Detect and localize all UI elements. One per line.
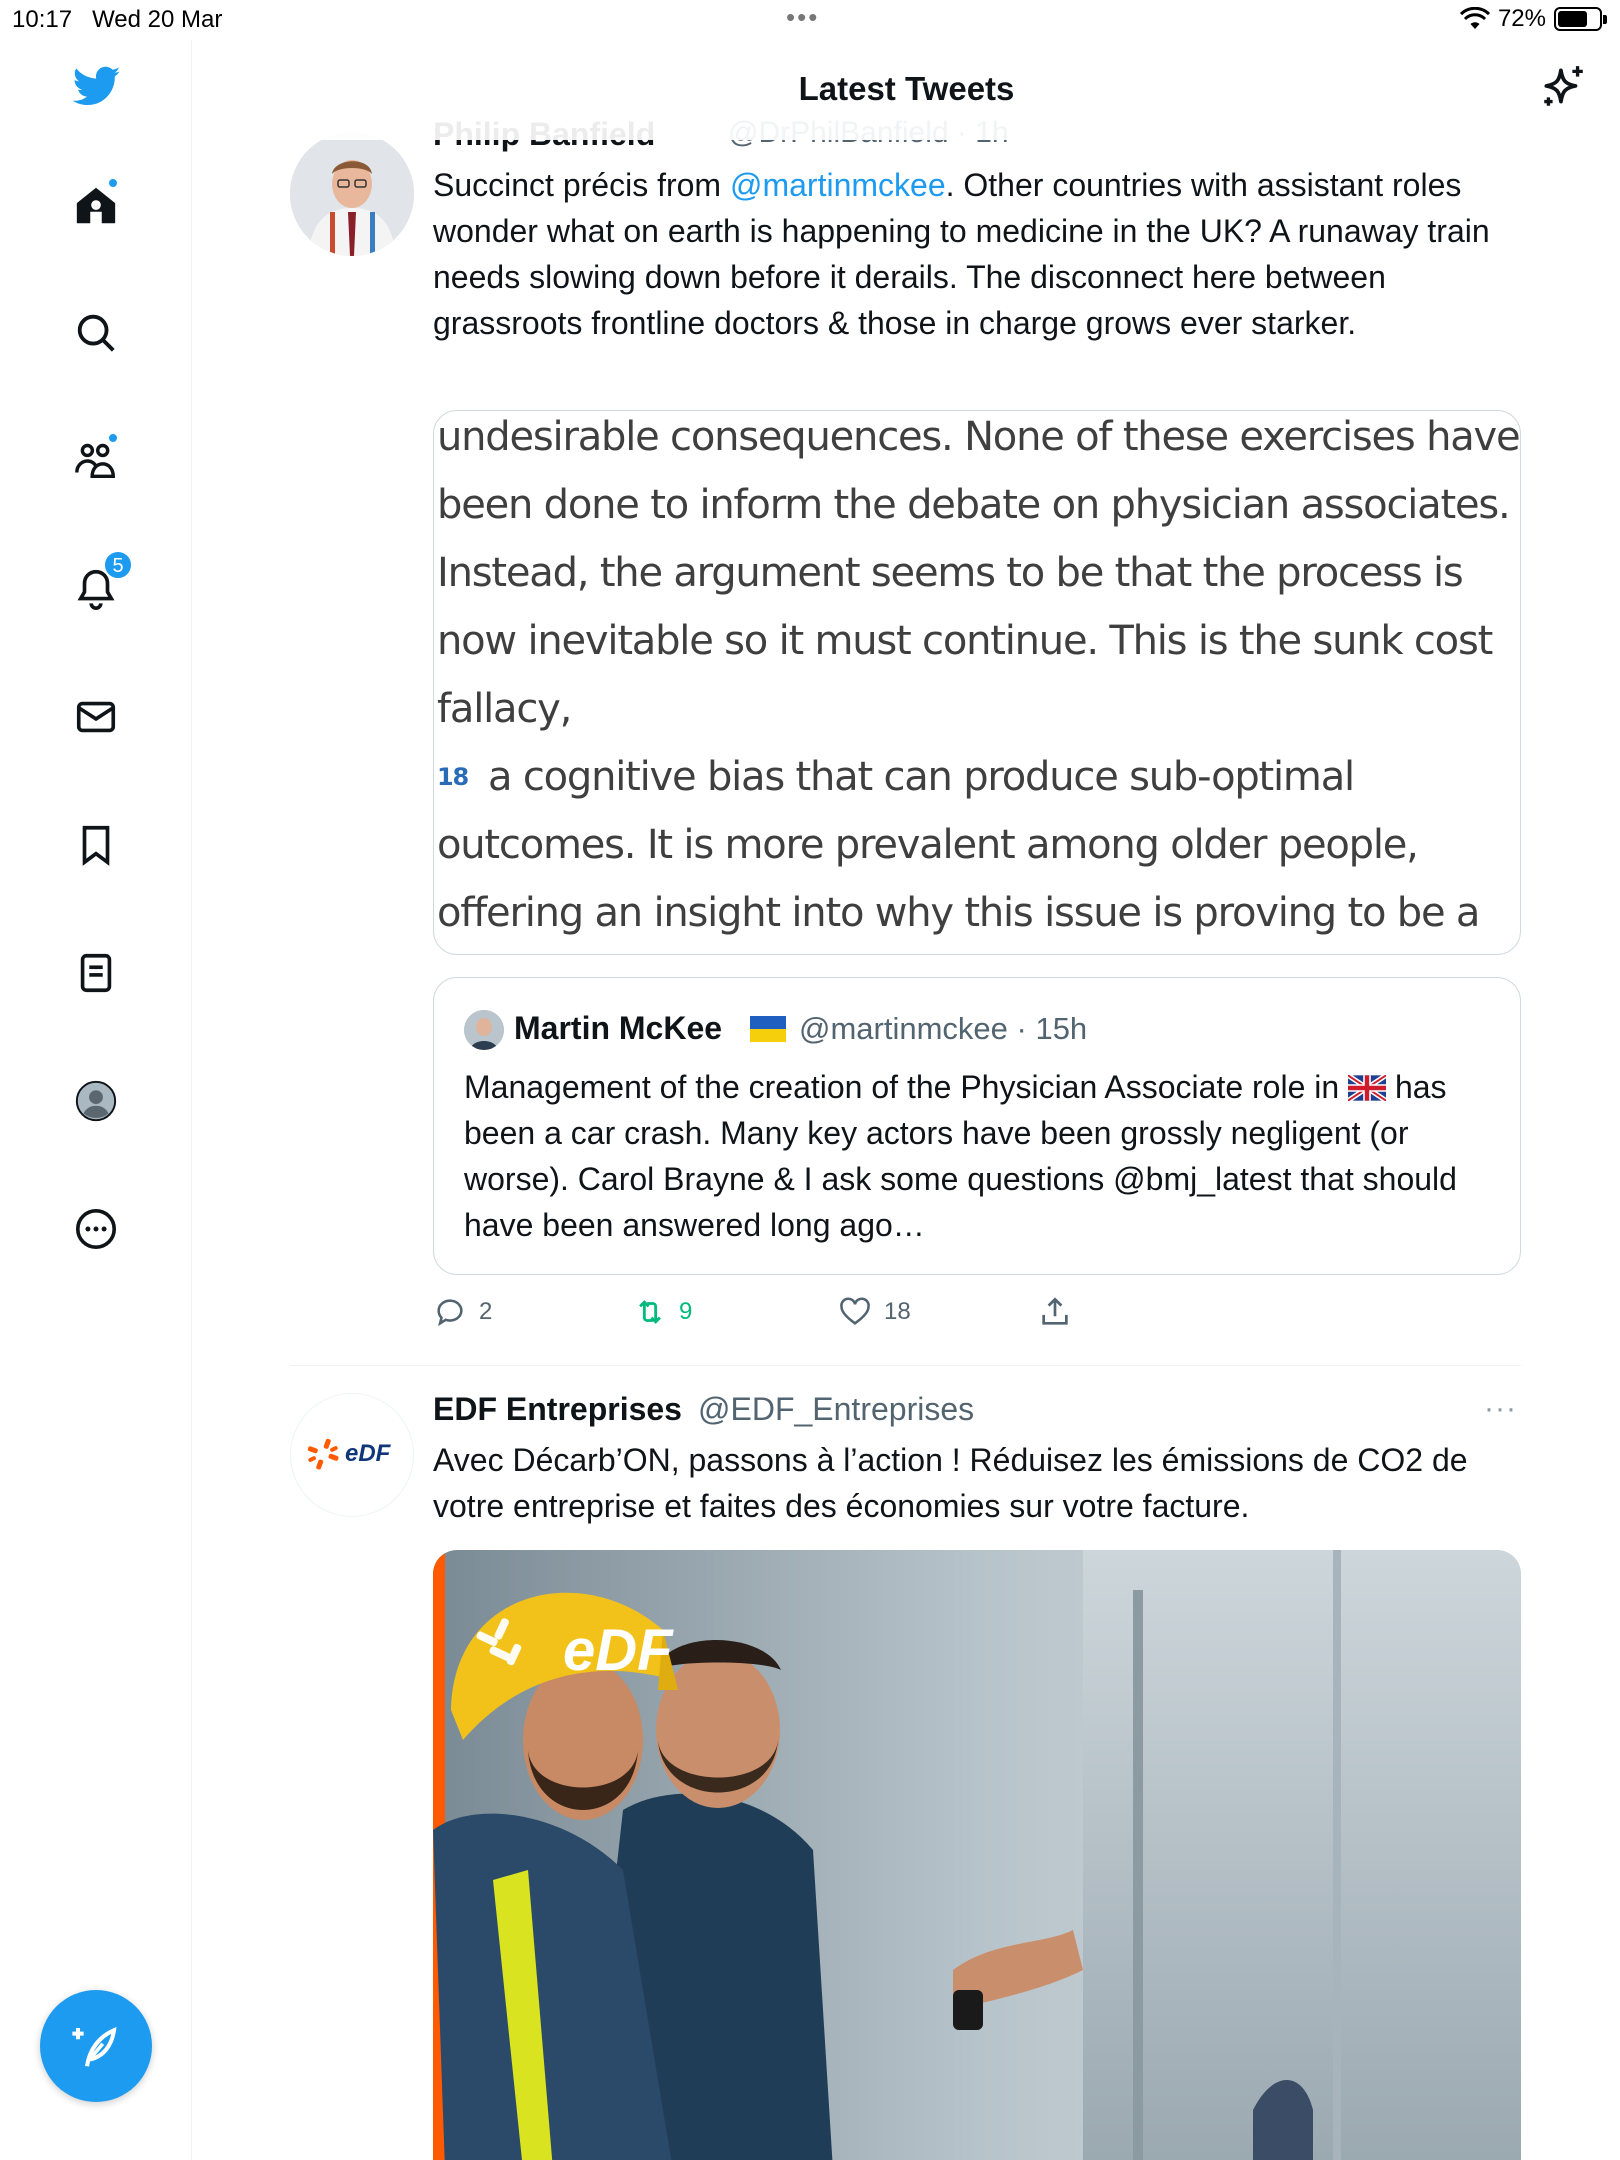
share-icon xyxy=(1042,1297,1068,1325)
helmet-logo: eDF xyxy=(563,1618,674,1683)
edf-sun-icon xyxy=(307,1438,339,1470)
nav-communities[interactable] xyxy=(71,432,121,486)
search-icon xyxy=(77,314,115,352)
tweet-divider xyxy=(290,1365,1521,1366)
retweet-button[interactable]: 9 xyxy=(633,1295,692,1329)
bookmark-icon xyxy=(82,825,110,866)
mention-link[interactable]: @martinmckee xyxy=(730,167,946,203)
like-button[interactable]: 18 xyxy=(838,1295,911,1329)
sidebar: 5 xyxy=(0,40,192,2160)
compose-feather-icon xyxy=(72,2026,117,2067)
nav-lists[interactable] xyxy=(71,948,121,998)
twitter-logo-icon[interactable] xyxy=(70,62,124,110)
tweet-media[interactable]: eDF xyxy=(433,1550,1521,2160)
wifi-icon xyxy=(1459,7,1490,29)
author-handle[interactable]: @EDF_Entreprises xyxy=(698,1391,974,1428)
status-time: 10:17 Wed 20 Mar xyxy=(12,6,223,33)
nav-messages[interactable] xyxy=(71,692,121,742)
battery-icon xyxy=(1554,7,1607,31)
share-button[interactable] xyxy=(1038,1295,1072,1329)
more-icon xyxy=(75,1208,117,1250)
retweet-count: 9 xyxy=(679,1298,693,1325)
nav-home[interactable] xyxy=(71,177,121,231)
like-count: 18 xyxy=(884,1298,911,1325)
people-icon xyxy=(75,443,115,479)
tweet-text: Avec Décarb’ON, passons à l’action ! Réd… xyxy=(433,1442,1468,1524)
notification-badge: 5 xyxy=(103,550,133,580)
workers-photo: eDF xyxy=(433,1550,1521,2160)
uk-flag-icon xyxy=(1348,1075,1387,1101)
more-options-icon[interactable]: ··· xyxy=(1484,1392,1517,1426)
retweet-icon xyxy=(639,1300,661,1324)
multitasking-dots[interactable]: ••• xyxy=(786,2,819,33)
reply-button[interactable]: 2 xyxy=(433,1295,492,1329)
quoted-tweet-text: Management of the creation of the Physic… xyxy=(464,1069,1457,1243)
battery-level xyxy=(1558,11,1587,27)
person-photo xyxy=(290,132,414,256)
nav-more[interactable] xyxy=(71,1204,121,1254)
tweet-actions: 2 9 18 xyxy=(433,1295,1133,1335)
heart-icon xyxy=(840,1297,870,1325)
tweet-image[interactable]: undesirable consequences. None of these … xyxy=(433,410,1521,955)
battery-percent: 72% xyxy=(1497,5,1546,32)
reply-icon xyxy=(437,1299,463,1327)
nav-explore[interactable] xyxy=(71,308,121,358)
sparkle-icon[interactable] xyxy=(1538,62,1588,112)
compose-tweet-button[interactable] xyxy=(40,1990,152,2102)
reply-count: 2 xyxy=(479,1298,493,1325)
author-name[interactable]: EDF Entreprises xyxy=(433,1391,682,1428)
quoted-author-name[interactable]: Martin McKee xyxy=(514,1010,722,1047)
status-bar: 10:17 Wed 20 Mar ••• 72% xyxy=(0,0,1620,40)
quoted-tweet[interactable]: Martin McKee @martinmckee · 15h Manageme… xyxy=(433,977,1521,1275)
nav-profile[interactable] xyxy=(71,1076,121,1126)
profile-icon xyxy=(75,1080,117,1122)
page-title: Latest Tweets xyxy=(798,70,1015,107)
article-excerpt: undesirable consequences. None of these … xyxy=(437,414,1520,936)
status-indicators: 72% xyxy=(1459,5,1607,33)
quoted-author-handle[interactable]: @martinmckee · 15h xyxy=(799,1011,1087,1047)
tweet-text: Succinct précis from @martinmckee. Other… xyxy=(433,167,1490,341)
nav-bookmarks[interactable] xyxy=(71,820,121,870)
mail-icon xyxy=(76,701,116,733)
list-icon xyxy=(80,953,112,993)
edf-logo: eDF xyxy=(305,1436,390,1472)
timeline-header: Latest Tweets xyxy=(193,40,1620,140)
home-icon xyxy=(76,187,116,224)
ukraine-flag-icon xyxy=(750,1016,786,1042)
reference-number: 18 xyxy=(437,763,469,791)
author-avatar[interactable] xyxy=(290,132,414,256)
author-avatar[interactable]: eDF xyxy=(290,1393,414,1517)
quoted-author-avatar[interactable] xyxy=(464,1010,504,1050)
nav-notifications[interactable]: 5 xyxy=(71,550,133,614)
